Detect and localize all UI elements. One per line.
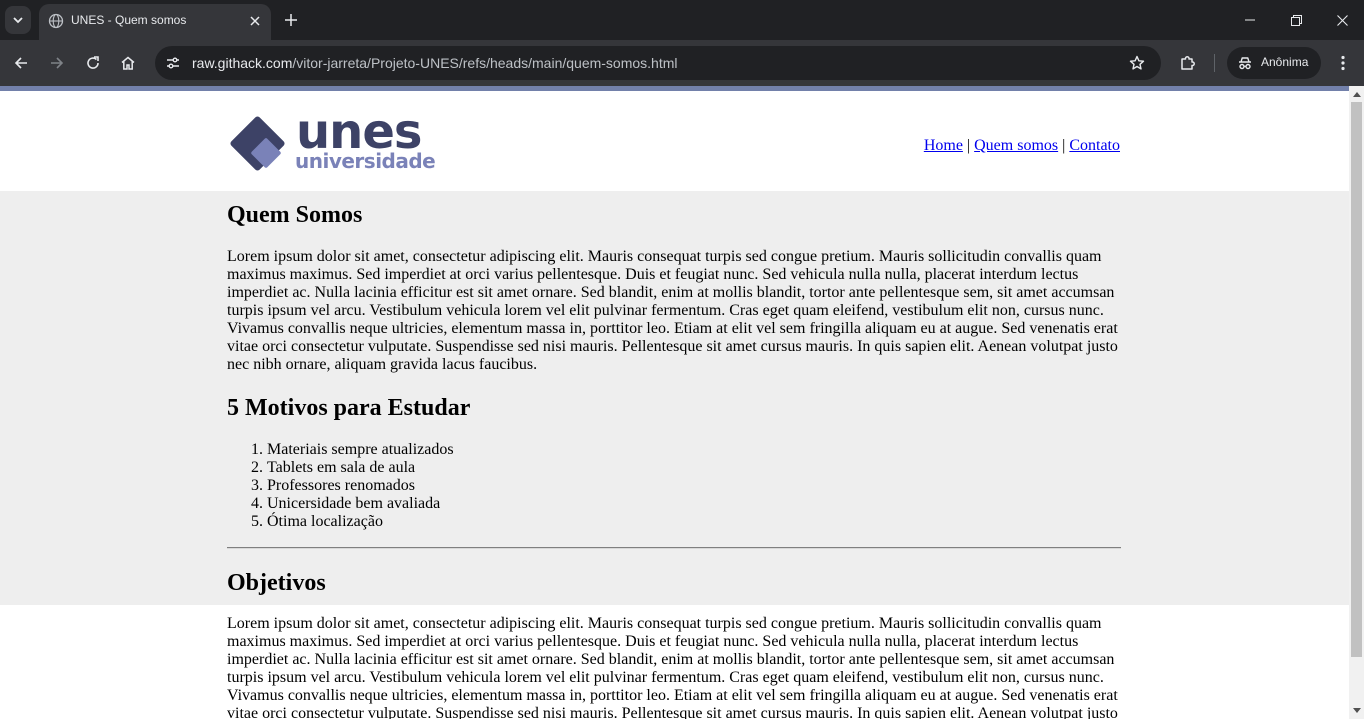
browser-menu-button[interactable] — [1329, 49, 1357, 77]
scroll-up-button[interactable] — [1349, 87, 1364, 101]
globe-icon — [48, 13, 64, 29]
new-tab-button[interactable] — [280, 9, 302, 31]
nav-link-home[interactable]: Home — [924, 137, 963, 154]
kebab-icon — [1341, 55, 1345, 71]
home-button[interactable] — [114, 49, 142, 77]
back-button[interactable] — [7, 49, 35, 77]
incognito-icon — [1239, 57, 1251, 70]
site-header: unes universidade Home | Quem somos | Co… — [0, 91, 1349, 191]
close-window-button[interactable] — [1319, 6, 1364, 34]
restore-icon — [1290, 14, 1302, 26]
url-path: /vitor-jarreta/Projeto-UNES/refs/heads/m… — [292, 55, 678, 71]
arrow-left-icon — [14, 57, 27, 69]
main-nav: Home | Quem somos | Contato — [924, 137, 1120, 155]
list-item: Ótima localização — [267, 513, 1122, 531]
scrollbar-thumb[interactable] — [1351, 102, 1362, 657]
url-host: raw.githack.com — [192, 55, 293, 71]
nav-separator: | — [966, 137, 971, 154]
reasons-heading: 5 Motivos para Estudar — [227, 395, 471, 421]
nav-separator: | — [1062, 137, 1066, 154]
forward-button[interactable] — [43, 49, 71, 77]
list-item: Materiais sempre atualizados — [267, 441, 1122, 459]
page-viewport: unes universidade Home | Quem somos | Co… — [0, 91, 1349, 719]
bookmark-button[interactable] — [1126, 52, 1148, 74]
puzzle-icon — [1181, 56, 1195, 70]
close-icon — [250, 16, 260, 26]
triangle-up-icon — [1352, 91, 1361, 97]
logo-diamond-icon — [230, 116, 285, 171]
objectives-heading: Objetivos — [227, 570, 326, 596]
chevron-down-icon — [13, 17, 23, 24]
profile-label: Anônima — [1261, 55, 1309, 69]
triangle-down-icon — [1352, 707, 1361, 713]
url-text[interactable]: raw.githack.com/vitor-jarreta/Projeto-UN… — [192, 55, 678, 71]
page-scrollbar[interactable] — [1349, 86, 1364, 719]
nav-link-contato[interactable]: Contato — [1069, 137, 1120, 154]
logo-subtitle: universidade — [295, 149, 436, 173]
reasons-list: Materiais sempre atualizados Tablets em … — [227, 441, 1122, 531]
site-info-button[interactable] — [162, 52, 184, 74]
tune-icon — [167, 57, 179, 69]
active-tab[interactable]: UNES - Quem somos — [39, 4, 271, 40]
reload-icon — [87, 56, 99, 69]
about-paragraph: Lorem ipsum dolor sit amet, consectetur … — [227, 248, 1118, 373]
tab-search-button[interactable] — [5, 6, 31, 34]
address-bar[interactable]: raw.githack.com/vitor-jarreta/Projeto-UN… — [155, 46, 1161, 80]
home-icon — [121, 56, 135, 70]
objectives-paragraph: Lorem ipsum dolor sit amet, consectetur … — [227, 615, 1118, 719]
nav-link-quem-somos[interactable]: Quem somos — [974, 137, 1058, 154]
arrow-right-icon — [51, 57, 64, 69]
list-item: Unicersidade bem avaliada — [267, 495, 1122, 513]
incognito-profile-button[interactable]: Anônima — [1227, 47, 1321, 79]
tab-title: UNES - Quem somos — [71, 13, 187, 27]
plus-icon — [285, 14, 297, 26]
list-item: Professores renomados — [267, 477, 1122, 495]
about-heading: Quem Somos — [227, 202, 363, 228]
restore-button[interactable] — [1273, 6, 1319, 34]
section-divider — [227, 547, 1121, 549]
tab-strip: UNES - Quem somos — [0, 0, 1364, 40]
star-icon — [1129, 55, 1145, 70]
toolbar-separator — [1214, 54, 1215, 72]
tab-close-button[interactable] — [246, 12, 264, 30]
list-item: Tablets em sala de aula — [267, 459, 1122, 477]
scroll-down-button[interactable] — [1349, 703, 1364, 717]
minimize-icon — [1245, 19, 1255, 21]
reload-button[interactable] — [79, 49, 107, 77]
close-icon — [1336, 14, 1348, 26]
extensions-button[interactable] — [1174, 49, 1202, 77]
browser-toolbar: raw.githack.com/vitor-jarreta/Projeto-UN… — [0, 40, 1364, 86]
unes-logo[interactable]: unes universidade — [227, 104, 441, 174]
minimize-button[interactable] — [1227, 6, 1273, 34]
